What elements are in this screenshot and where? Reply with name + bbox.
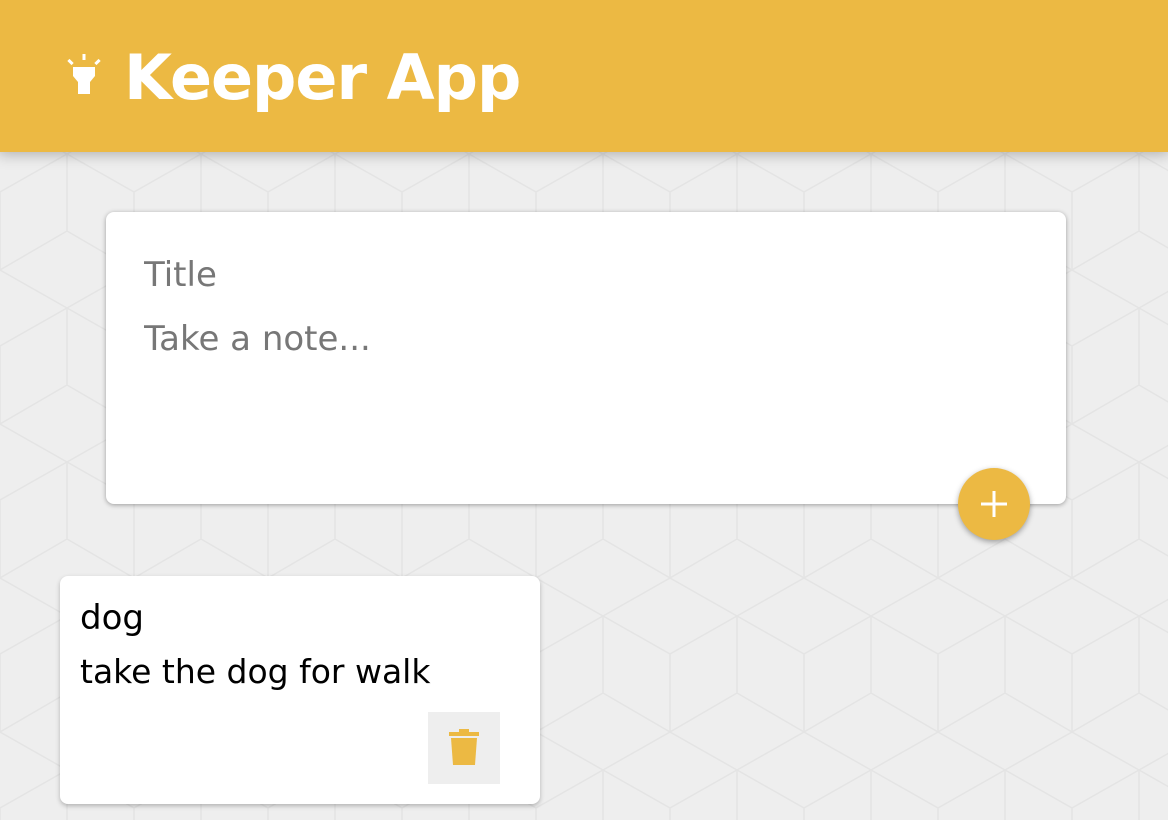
note-card: dog take the dog for walk	[60, 576, 540, 804]
add-note-button[interactable]	[958, 468, 1030, 540]
create-note-form	[106, 212, 1066, 504]
note-content-input[interactable]	[144, 316, 1024, 466]
note-title: dog	[80, 598, 144, 638]
app-title: Keeper App	[124, 41, 521, 114]
lightbulb-icon	[67, 54, 101, 94]
plus-icon	[981, 491, 1007, 517]
note-content: take the dog for walk	[80, 652, 431, 691]
app-header: Keeper App	[0, 0, 1168, 152]
note-title-input[interactable]	[144, 252, 1024, 298]
trash-icon	[449, 729, 479, 765]
delete-note-button[interactable]	[428, 712, 500, 784]
